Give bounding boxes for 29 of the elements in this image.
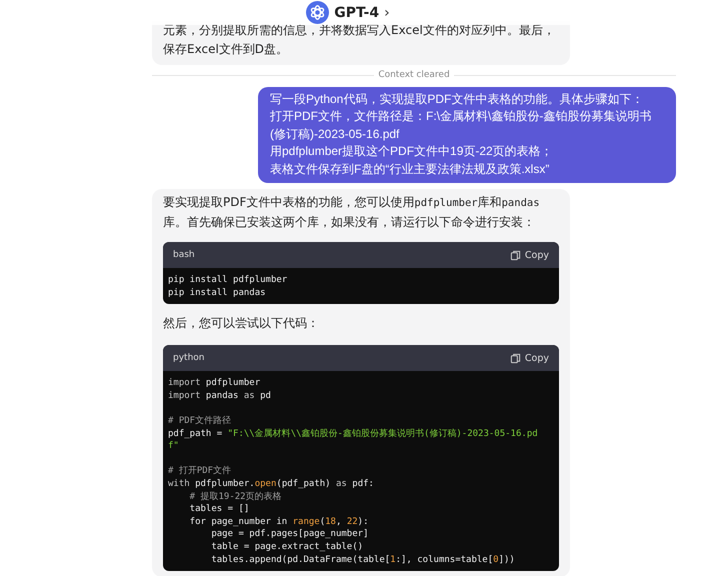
- code-line: table = page.extract_table(): [210, 540, 364, 554]
- code-line: for page_number in range(18, 22):: [188, 516, 370, 528]
- code-line: pip install pdfplumber: [168, 274, 288, 287]
- code-line: # 打开PDF文件: [168, 465, 232, 478]
- code-line: f": [168, 440, 180, 453]
- copy-button[interactable]: Copy: [510, 352, 549, 364]
- message-line: 用pdfplumber提取这个PDF文件中19页-22页的表格；: [270, 143, 554, 160]
- code-line: tables.append(pd.DataFrame(table[1:], columns=table[0])): [210, 554, 516, 566]
- message-line: 写一段Python代码，实现提取PDF文件中表格的功能。具体步骤如下：: [270, 91, 644, 108]
- code-line: # 提取19-22页的表格: [188, 490, 283, 504]
- code-line: with pdfplumber.open(pdf_path) as pdf:: [168, 478, 375, 491]
- code-line: page = pdf.pages[page_number]: [210, 528, 370, 541]
- language-label: python: [173, 353, 204, 364]
- language-label: bash: [173, 250, 195, 260]
- copy-icon: [510, 250, 521, 261]
- code-line: tables = []: [188, 503, 250, 516]
- model-selector[interactable]: GPT-4 ›: [302, 0, 394, 25]
- code-line: import pdfplumber: [168, 377, 262, 390]
- copy-button[interactable]: Copy: [510, 250, 549, 261]
- code-line: # PDF文件路径: [168, 415, 232, 428]
- message-text: 要实现提取PDF文件中表格的功能，您可以使用pdfplumber库和pandas 库。首先确保已安装这两个库，如果没有，请运行以下命令进行安装：: [163, 194, 541, 232]
- message-text: 然后，您可以尝试以下代码：: [163, 315, 320, 332]
- message-line: 表格文件保存到F盘的“行业主要法律法规及政策.xlsx”: [270, 160, 550, 178]
- message-line: 打开PDF文件，文件路径是：F:\金属材料\鑫铂股份-鑫铂股份募集说明书(修订稿)-2023-05-16.pdf: [270, 108, 652, 143]
- code-line: import pandas as pd: [168, 390, 272, 402]
- code-line: pdf_path = "F:\\金属材料\\鑫铂股份-鑫铂股份募集说明书(修订稿)-2023-05-16.pd: [168, 428, 539, 440]
- message-text: 元素，分别提取所需的信息，并将数据写入Excel文件的对应列中。最后，保存Excel文件到D盘。: [163, 22, 556, 58]
- copy-icon: [510, 352, 521, 364]
- code-line: pip install pandas: [168, 286, 267, 300]
